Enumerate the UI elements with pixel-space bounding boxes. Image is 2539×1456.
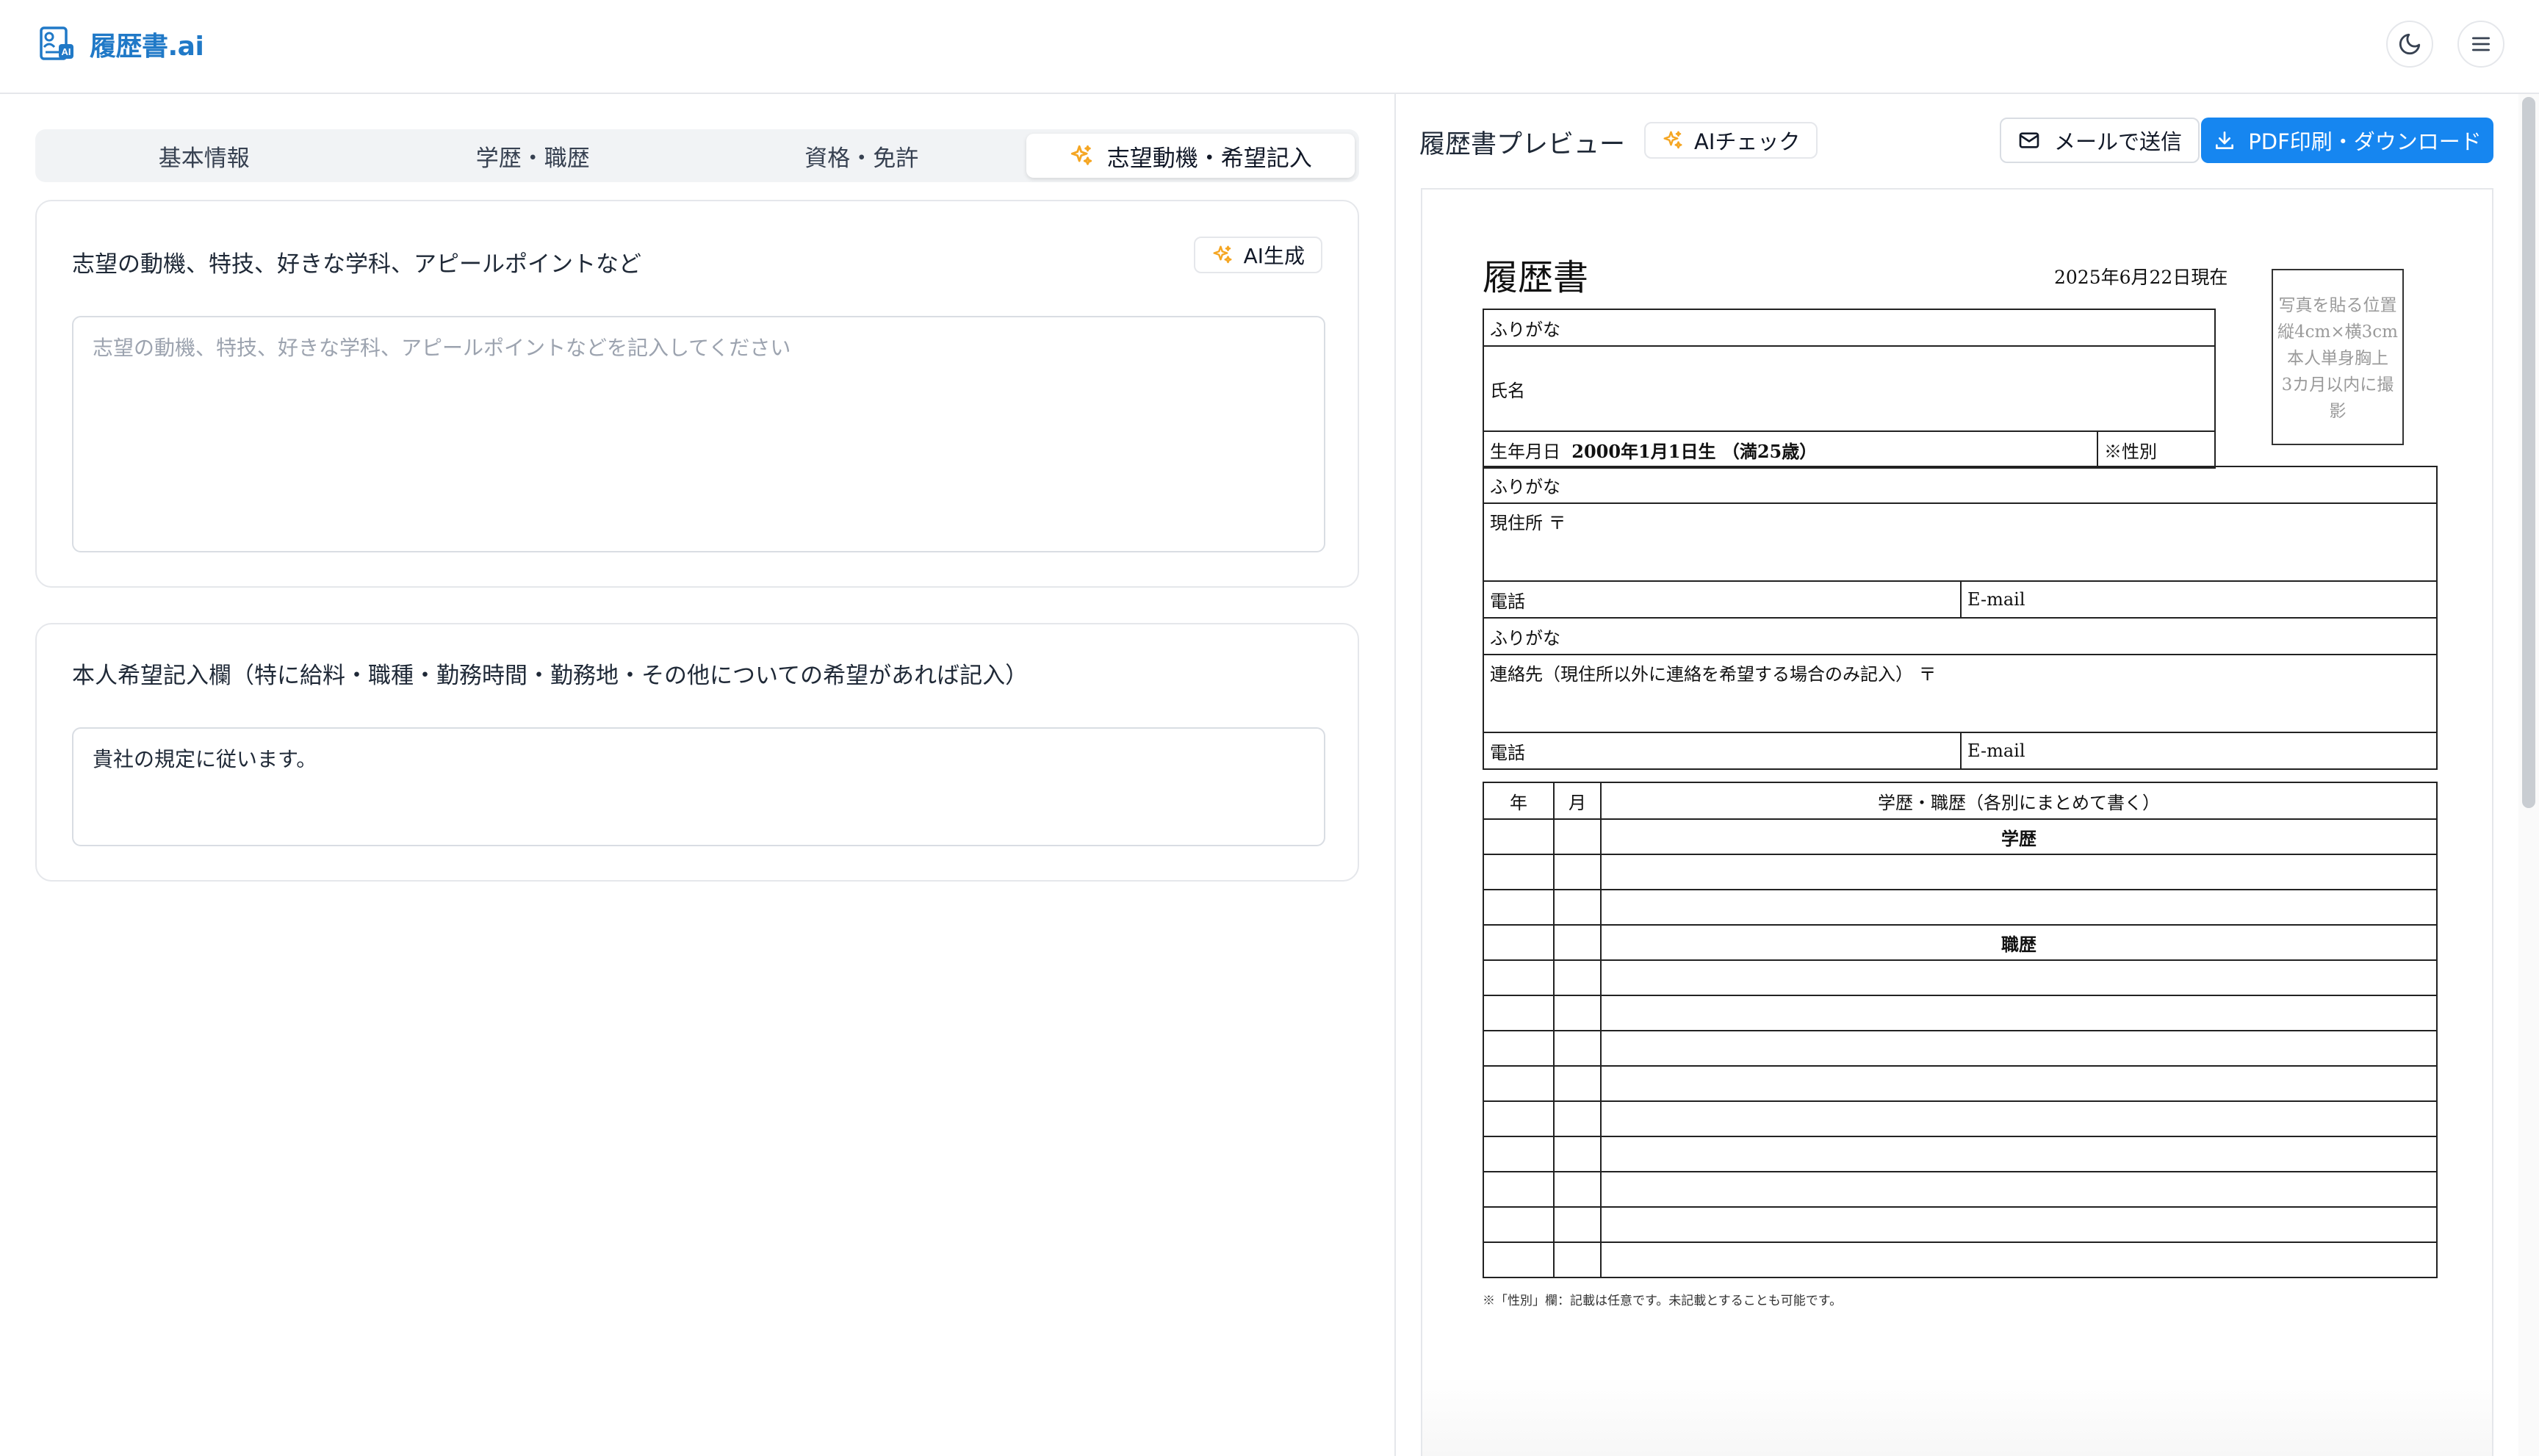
ai-generate-button[interactable]: AI生成 xyxy=(1193,237,1322,273)
page-scrollbar-thumb[interactable] xyxy=(2522,97,2535,808)
education-heading: 学歴 xyxy=(1600,818,2438,855)
sparkle-icon xyxy=(1663,131,1682,149)
resume-title: 履歴書 xyxy=(1483,257,1589,298)
request-textarea[interactable]: 貴社の規定に従います。 xyxy=(72,727,1325,846)
sparkle-icon xyxy=(1070,145,1092,165)
contact-email-label: E-mail xyxy=(1960,732,2438,770)
name-label: 氏名 xyxy=(1483,345,2216,432)
address-cell: 現住所 〒 xyxy=(1483,502,2438,582)
request-card: 本人希望記入欄（特に給料・職種・勤務時間・勤務地・その他についての希望があれば記… xyxy=(35,623,1359,882)
phone-label: 電話 xyxy=(1483,580,1962,619)
name-table: ふりがな 氏名 生年月日 2000年1月1日生 （満25歳） ※性別 xyxy=(1483,309,2216,469)
resume-logo-icon: AI xyxy=(40,26,73,60)
preview-fade xyxy=(1422,1377,2492,1456)
tab-qualifications[interactable]: 資格・免許 xyxy=(697,134,1026,178)
tab-motivation[interactable]: 志望動機・希望記入 xyxy=(1026,134,1355,178)
history-row xyxy=(1483,1206,2438,1243)
history-table: 年 月 学歴・職歴（各別にまとめて書く） 学歴 職歴 xyxy=(1483,782,2438,1278)
tab-education-career[interactable]: 学歴・職歴 xyxy=(369,134,698,178)
history-month-header: 月 xyxy=(1553,782,1602,820)
email-label: E-mail xyxy=(1960,580,2438,619)
gender-label: ※性別 xyxy=(2097,430,2216,469)
download-icon xyxy=(2216,131,2234,149)
app-header: AI 履歴書.ai xyxy=(0,0,2539,94)
history-cell xyxy=(1483,924,1555,961)
history-row xyxy=(1483,1136,2438,1172)
app-logo[interactable]: AI 履歴書.ai xyxy=(38,25,204,63)
motivation-textarea[interactable] xyxy=(72,316,1325,552)
address-table: ふりがな 現住所 〒 電話 E-mail ふりがな 連絡先（現住所以外に連絡を希… xyxy=(1483,466,2438,770)
birth-cell: 生年月日 2000年1月1日生 （満25歳） xyxy=(1483,430,2098,469)
contact-phone-label: 電話 xyxy=(1483,732,1962,770)
app-title: 履歴書.ai xyxy=(90,32,204,62)
svg-text:AI: AI xyxy=(62,46,71,57)
panel-divider xyxy=(1394,94,1396,1456)
photo-placeholder: 写真を貼る位置 縦4cm×横3cm 本人単身胸上 3カ月以内に撮影 xyxy=(2272,269,2404,445)
history-row xyxy=(1483,1030,2438,1067)
history-row xyxy=(1483,1241,2438,1278)
history-row xyxy=(1483,1065,2438,1102)
history-row xyxy=(1483,889,2438,926)
resume-preview: 履歴書 2025年6月22日現在 写真を貼る位置 縦4cm×横3cm 本人単身胸… xyxy=(1421,188,2493,1456)
send-email-button[interactable]: メールで送信 xyxy=(2000,118,2200,163)
sparkle-icon xyxy=(1213,245,1232,264)
mail-icon xyxy=(2019,132,2039,148)
request-title: 本人希望記入欄（特に給料・職種・勤務時間・勤務地・その他についての希望があれば記… xyxy=(72,663,1029,689)
motivation-card: 志望の動機、特技、好きな学科、アピールポイントなど AI生成 xyxy=(35,200,1359,588)
ai-check-button[interactable]: AIチェック xyxy=(1644,122,1818,159)
theme-toggle-button[interactable] xyxy=(2386,21,2433,68)
address-furigana-label: ふりがな xyxy=(1483,466,2438,504)
history-row xyxy=(1483,854,2438,890)
hamburger-icon xyxy=(2472,37,2490,51)
history-header: 学歴・職歴（各別にまとめて書く） xyxy=(1600,782,2438,820)
history-row xyxy=(1483,959,2438,996)
history-cell xyxy=(1553,924,1602,961)
moon-icon xyxy=(2399,33,2421,55)
tab-basic-info[interactable]: 基本情報 xyxy=(40,134,369,178)
history-row xyxy=(1483,995,2438,1031)
preview-title: 履歴書プレビュー xyxy=(1419,130,1626,159)
history-row xyxy=(1483,1171,2438,1208)
history-row xyxy=(1483,1100,2438,1137)
resume-date: 2025年6月22日現在 xyxy=(2054,267,2228,288)
contact-cell: 連絡先（現住所以外に連絡を希望する場合のみ記入） 〒 xyxy=(1483,654,2438,733)
pdf-download-button[interactable]: PDF印刷・ダウンロード xyxy=(2201,118,2493,163)
form-tabs: 基本情報 学歴・職歴 資格・免許 志望動機・希望記入 xyxy=(35,129,1359,182)
motivation-title: 志望の動機、特技、好きな学科、アピールポイントなど xyxy=(72,251,641,278)
work-heading: 職歴 xyxy=(1600,924,2438,961)
history-year-header: 年 xyxy=(1483,782,1555,820)
history-cell xyxy=(1553,818,1602,855)
contact-furigana-label: ふりがな xyxy=(1483,617,2438,655)
history-cell xyxy=(1483,818,1555,855)
gender-note: ※「性別」欄：記載は任意です。未記載とすることも可能です。 xyxy=(1483,1294,1843,1308)
menu-button[interactable] xyxy=(2457,21,2504,68)
name-furigana-label: ふりがな xyxy=(1483,309,2216,347)
